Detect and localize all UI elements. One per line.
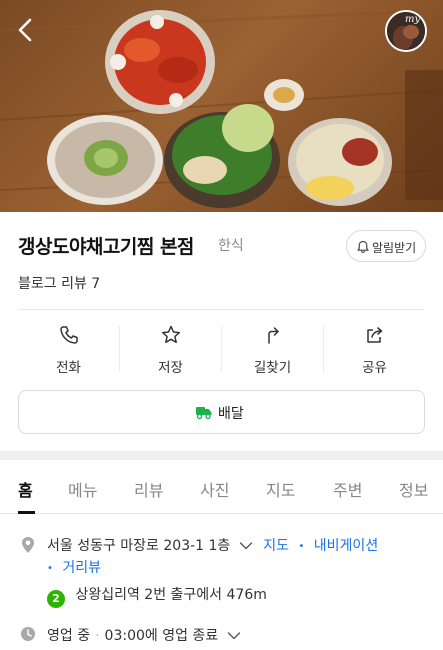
save-button[interactable]: 저장 [120,318,221,382]
divider [18,309,425,310]
food-photo-illustration [0,8,443,208]
avatar-text: my [405,14,421,25]
place-category: 한식 [218,238,244,254]
location-pin-icon [22,537,34,553]
phone-icon [60,326,78,344]
delivery-button[interactable]: 배달 [18,390,425,434]
place-name: 갱상도야채고기찜 본점 [18,236,194,258]
chevron-down-icon[interactable] [227,631,241,641]
map-link[interactable]: 지도 [263,538,289,554]
star-icon [161,325,181,344]
tab-home[interactable]: 홈 [18,477,33,501]
directions-button[interactable]: 길찾기 [222,318,323,382]
tab-reviews[interactable]: 리뷰 [134,477,163,501]
alarm-button[interactable]: 알림받기 [346,230,426,262]
subway-info: 2 상왕십리역 2번 출구에서 476m [47,584,267,608]
clock-icon [21,627,35,641]
open-status: 영업 중 [47,628,91,644]
section-gap [0,451,443,460]
tab-info[interactable]: 정보 [399,477,428,501]
blog-review-count[interactable]: 블로그 리뷰 7 [18,273,100,293]
action-bar: 전화 저장 길찾기 공유 [18,318,425,382]
tab-nearby[interactable]: 주변 [333,477,362,501]
call-label: 전화 [56,360,81,376]
station-text: 상왕십리역 2번 출구에서 476m [75,587,267,603]
tab-menu[interactable]: 메뉴 [68,477,97,501]
alarm-label: 알림받기 [372,241,417,255]
address-line-2: • 거리뷰 [47,557,101,577]
place-header: 갱상도야채고기찜 본점 한식 알림받기 [18,230,428,262]
address-line: 서울 성동구 마장로 203-1 1층 지도 • 내비게이션 [47,535,378,555]
subway-line-badge: 2 [47,590,65,608]
closing-time: 03:00에 영업 종료 [104,628,219,644]
tab-bar: 홈 메뉴 리뷰 사진 지도 주변 정보 [0,460,443,514]
share-icon [367,327,383,343]
share-button[interactable]: 공유 [324,318,425,382]
dot-separator: · [95,628,100,644]
share-label: 공유 [362,360,387,376]
delivery-label: 배달 [218,406,244,422]
hours-line: 영업 중 · 03:00에 영업 종료 [47,625,241,645]
hero-photo: my [0,0,443,212]
directions-icon [268,327,279,344]
dot-separator: • [47,562,53,574]
business-hours[interactable]: 영업 중 · 03:00에 영업 종료 [0,620,443,650]
active-tab-indicator [18,511,35,514]
address-text[interactable]: 서울 성동구 마장로 203-1 1층 [47,538,230,554]
tab-map[interactable]: 지도 [266,477,295,501]
delivery-icon [196,407,212,420]
bell-icon [357,240,369,253]
chevron-left-icon [18,18,32,42]
navigation-link[interactable]: 내비게이션 [314,538,378,554]
dot-separator: • [298,540,305,552]
user-avatar[interactable]: my [385,10,427,52]
save-label: 저장 [158,360,183,376]
back-button[interactable] [12,14,40,46]
chevron-down-icon[interactable] [239,541,253,551]
tab-photos[interactable]: 사진 [200,477,229,501]
directions-label: 길찾기 [253,360,292,376]
call-button[interactable]: 전화 [18,318,119,382]
street-view-link[interactable]: 거리뷰 [62,560,101,576]
